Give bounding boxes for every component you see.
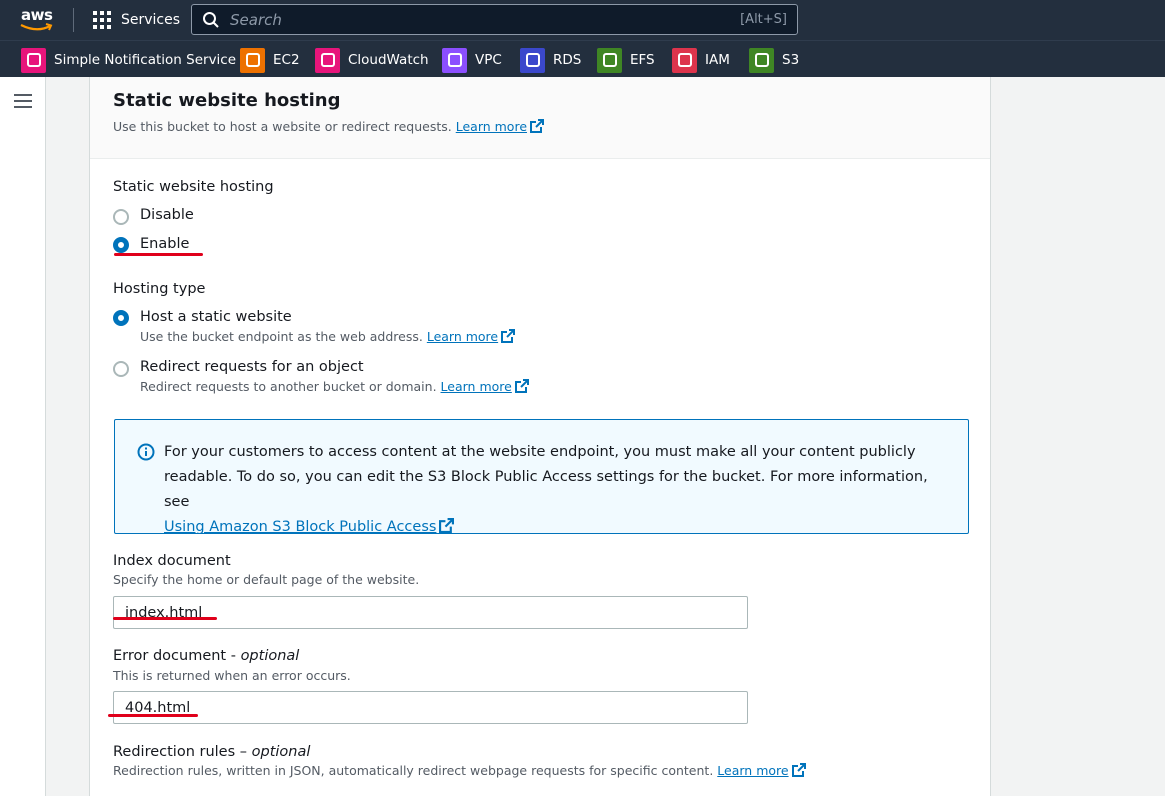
hosting-label: Static website hosting: [113, 179, 274, 195]
services-label: Services: [121, 12, 181, 28]
optional-tag: optional: [240, 648, 300, 664]
radio-redirect-requests[interactable]: [113, 361, 129, 377]
side-navigation-rail: [0, 77, 46, 796]
radio-host-static-website-label[interactable]: Host a static website: [140, 309, 292, 325]
index-document-field[interactable]: [113, 596, 748, 629]
panel-description-text: Use this bucket to host a website or red…: [113, 119, 452, 134]
page-background: [991, 77, 1165, 796]
cloudwatch-icon: [315, 47, 340, 73]
block-public-access-link[interactable]: Using Amazon S3 Block Public Access: [164, 518, 455, 535]
external-link-icon: [501, 329, 516, 343]
aws-logo-text: aws: [21, 6, 53, 24]
favorite-label: S3: [782, 52, 800, 68]
info-alert: For your customers to access content at …: [114, 419, 969, 535]
favorite-efs[interactable]: EFS: [597, 47, 655, 73]
host-static-website-desc: Use the bucket endpoint as the web addre…: [140, 329, 516, 344]
favorite-ec2[interactable]: EC2: [240, 47, 300, 73]
annotation-underline: [113, 617, 217, 620]
favorite-rds[interactable]: RDS: [520, 47, 581, 73]
panel-header: Static website hosting Use this bucket t…: [90, 77, 990, 159]
annotation-underline: [114, 253, 203, 256]
ec2-icon: [240, 47, 265, 73]
favorite-label: EFS: [630, 52, 655, 68]
radio-redirect-requests-label[interactable]: Redirect requests for an object: [140, 359, 364, 375]
index-document-desc: Specify the home or default page of the …: [113, 572, 420, 587]
hosting-type-label: Hosting type: [113, 281, 206, 297]
index-document-input[interactable]: [114, 597, 747, 628]
redirect-desc-text: Redirect requests to another bucket or d…: [140, 379, 437, 394]
favorite-cloudwatch[interactable]: CloudWatch: [315, 47, 429, 73]
learn-more-text: Learn more: [426, 329, 499, 344]
info-icon: [137, 443, 155, 461]
rds-icon: [520, 47, 545, 73]
block-public-access-link-text: Using Amazon S3 Block Public Access: [164, 519, 437, 535]
learn-more-link[interactable]: Learn more: [441, 379, 529, 394]
learn-more-text: Learn more: [440, 379, 512, 394]
external-link-icon: [514, 379, 529, 393]
redirection-rules-desc: Redirection rules, written in JSON, auto…: [113, 763, 806, 778]
top-navigation: aws Services Search [Alt+S]: [0, 0, 1165, 40]
search-box[interactable]: Search [Alt+S]: [191, 4, 798, 35]
external-link-icon: [791, 763, 806, 777]
search-shortcut: [Alt+S]: [740, 12, 787, 27]
s3-icon: [749, 47, 774, 73]
aws-logo[interactable]: aws: [18, 5, 58, 35]
favorite-label: VPC: [475, 52, 502, 68]
redirection-rules-desc-text: Redirection rules, written in JSON, auto…: [113, 763, 714, 778]
favorites-bar: Simple Notification Service EC2 CloudWat…: [0, 40, 1165, 77]
external-link-icon: [530, 119, 545, 133]
panel-title: Static website hosting: [113, 90, 341, 111]
info-alert-body: For your customers to access content at …: [164, 444, 928, 510]
learn-more-text: Learn more: [455, 119, 528, 134]
hamburger-menu-icon[interactable]: [14, 94, 32, 108]
search-icon: [203, 12, 219, 28]
iam-icon: [672, 47, 697, 73]
favorite-label: Simple Notification Service: [54, 52, 237, 68]
annotation-underline: [108, 714, 198, 717]
favorite-iam[interactable]: IAM: [672, 47, 730, 73]
redirect-requests-desc: Redirect requests to another bucket or d…: [140, 379, 529, 394]
radio-enable[interactable]: [113, 237, 129, 253]
error-document-desc: This is returned when an error occurs.: [113, 668, 351, 683]
radio-disable[interactable]: [113, 209, 129, 225]
favorite-label: CloudWatch: [348, 52, 429, 68]
vpc-icon: [442, 47, 467, 73]
favorite-s3[interactable]: S3: [749, 47, 799, 73]
panel-description: Use this bucket to host a website or red…: [113, 119, 545, 134]
favorite-label: IAM: [705, 52, 730, 68]
learn-more-link[interactable]: Learn more: [717, 763, 806, 778]
radio-disable-label[interactable]: Disable: [140, 207, 194, 223]
error-document-input[interactable]: [114, 692, 747, 723]
favorite-sns[interactable]: Simple Notification Service: [21, 47, 236, 73]
redirection-rules-label-text: Redirection rules –: [113, 744, 252, 760]
learn-more-link[interactable]: Learn more: [426, 329, 516, 344]
services-menu-button[interactable]: Services: [93, 10, 180, 30]
learn-more-text: Learn more: [717, 763, 789, 778]
sns-icon: [21, 47, 46, 73]
services-grid-icon: [93, 11, 111, 29]
index-document-label: Index document: [113, 553, 231, 569]
info-alert-text: For your customers to access content at …: [164, 440, 954, 540]
efs-icon: [597, 47, 622, 73]
redirection-rules-label: Redirection rules – optional: [113, 744, 310, 760]
external-link-icon: [439, 518, 455, 533]
learn-more-link[interactable]: Learn more: [455, 119, 545, 134]
radio-host-static-website[interactable]: [113, 310, 129, 326]
search-placeholder: Search: [230, 11, 282, 29]
error-document-label-text: Error document -: [113, 648, 241, 664]
nav-divider: [73, 8, 74, 32]
favorite-vpc[interactable]: VPC: [442, 47, 502, 73]
aws-smile-icon: [20, 23, 53, 31]
error-document-label: Error document - optional: [113, 648, 299, 664]
static-website-hosting-panel: Static website hosting Use this bucket t…: [89, 77, 991, 796]
optional-tag: optional: [251, 744, 311, 760]
favorite-label: RDS: [553, 52, 582, 68]
host-static-desc-text: Use the bucket endpoint as the web addre…: [140, 329, 423, 344]
error-document-field[interactable]: [113, 691, 748, 724]
radio-enable-label[interactable]: Enable: [140, 236, 189, 252]
favorite-label: EC2: [273, 52, 300, 68]
